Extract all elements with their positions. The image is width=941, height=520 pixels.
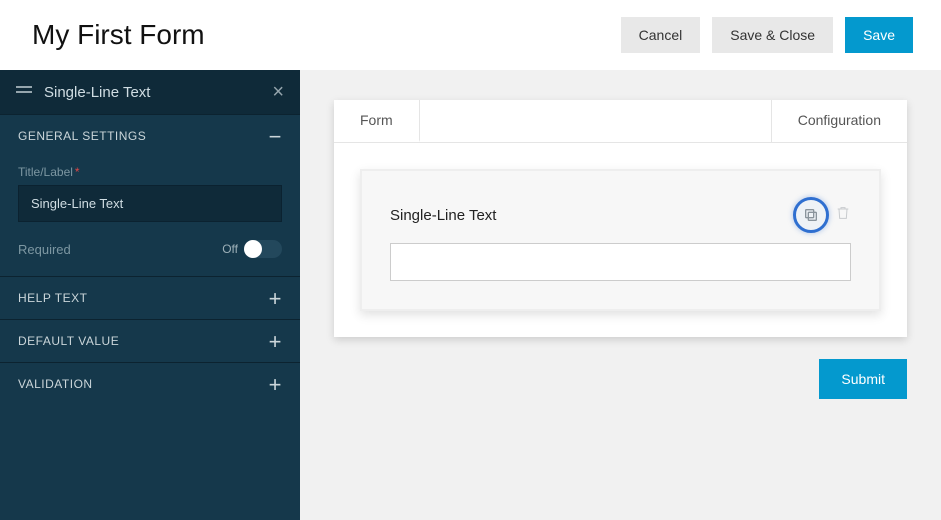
title-label: Title/Label* [18,165,282,179]
cancel-button[interactable]: Cancel [621,17,701,53]
plus-icon: + [269,336,282,347]
required-asterisk: * [75,165,80,179]
save-close-button[interactable]: Save & Close [712,17,833,53]
form-card: Form Configuration Single-Line Text [334,100,907,337]
section-default-value-label: Default Value [18,334,119,348]
tab-configuration[interactable]: Configuration [771,100,907,142]
section-default-value[interactable]: Default Value + [0,319,300,362]
required-label: Required [18,242,71,257]
required-row: Required Off [18,240,282,258]
form-area: Single-Line Text [334,143,907,337]
page-title: My First Form [32,19,205,51]
sidebar-header: Single-Line Text × [0,70,300,114]
minus-icon: − [269,131,282,142]
required-state: Off [222,242,238,256]
section-general-body: Title/Label* Required Off [0,157,300,276]
copy-icon[interactable] [793,197,829,233]
field-label: Single-Line Text [390,207,496,224]
submit-row: Submit [334,337,907,399]
workspace: Single-Line Text × General Settings − Ti… [0,70,941,520]
tabs: Form Configuration [334,100,907,143]
save-button[interactable]: Save [845,17,913,53]
required-toggle[interactable] [244,240,282,258]
top-actions: Cancel Save & Close Save [621,17,913,53]
title-input[interactable] [18,185,282,222]
plus-icon: + [269,293,282,304]
trash-icon[interactable] [835,204,851,227]
toggle-knob [244,240,262,258]
section-general-label: General Settings [18,129,146,143]
required-toggle-wrap: Off [222,240,282,258]
canvas: Form Configuration Single-Line Text [300,70,941,520]
plus-icon: + [269,379,282,390]
drag-handle-icon[interactable] [16,91,32,93]
section-general-settings[interactable]: General Settings − [0,114,300,157]
submit-button[interactable]: Submit [819,359,907,399]
tab-form[interactable]: Form [334,100,420,142]
close-icon[interactable]: × [272,82,284,102]
section-help-text-label: Help Text [18,291,87,305]
field-actions [793,197,851,233]
field-block-head: Single-Line Text [390,191,851,243]
section-validation-label: Validation [18,377,93,391]
single-line-text-input[interactable] [390,243,851,281]
top-toolbar: My First Form Cancel Save & Close Save [0,0,941,70]
sidebar: Single-Line Text × General Settings − Ti… [0,70,300,520]
tab-spacer [420,100,771,142]
section-validation[interactable]: Validation + [0,362,300,405]
section-help-text[interactable]: Help Text + [0,276,300,319]
sidebar-title: Single-Line Text [44,84,260,101]
field-block[interactable]: Single-Line Text [360,169,881,311]
title-label-text: Title/Label [18,165,73,179]
